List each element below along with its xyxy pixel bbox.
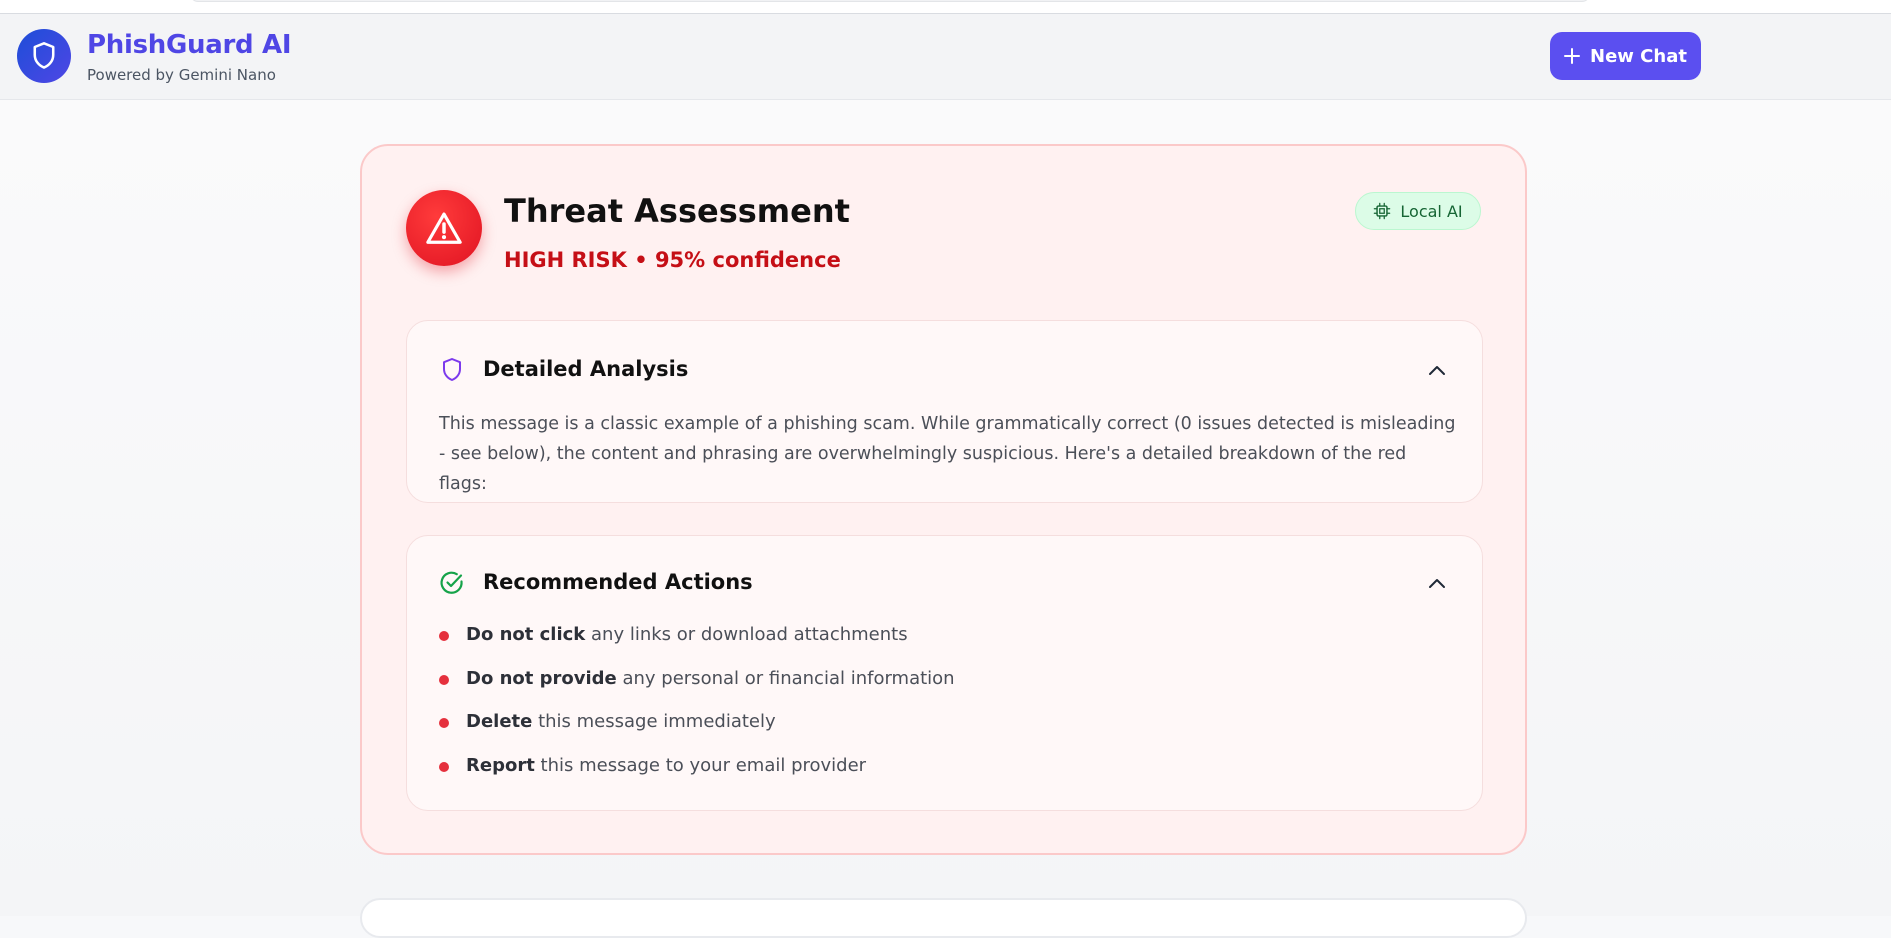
chevron-up-icon — [1429, 366, 1445, 375]
local-ai-label: Local AI — [1400, 201, 1463, 221]
shield-icon — [33, 42, 55, 69]
list-item: Do not provide any personal or financial… — [439, 664, 955, 708]
new-chat-label: New Chat — [1590, 45, 1687, 67]
list-item: Delete this message immediately — [439, 707, 955, 751]
browser-top-strip — [0, 0, 1891, 14]
app-header: PhishGuard AI Powered by Gemini Nano New… — [0, 14, 1891, 100]
local-ai-badge: Local AI — [1355, 192, 1481, 230]
new-chat-button[interactable]: New Chat — [1550, 32, 1701, 80]
plus-icon — [1564, 48, 1581, 64]
brand-title: PhishGuard AI — [87, 30, 292, 60]
address-bar-edge — [190, 0, 1590, 2]
collapse-actions-button[interactable] — [1426, 572, 1448, 594]
threat-status-indicator — [406, 190, 482, 266]
action-emphasis: Do not provide — [466, 667, 617, 689]
threat-title: Threat Assessment — [504, 192, 850, 230]
cpu-chip-icon — [1374, 202, 1391, 220]
action-text: any links or download attachments — [585, 624, 908, 645]
action-text: this message immediately — [532, 711, 776, 732]
recommended-actions-list: Do not click any links or download attac… — [439, 620, 955, 794]
warning-triangle-icon — [426, 212, 462, 244]
action-text: this message to your email provider — [534, 754, 867, 776]
detailed-analysis-title: Detailed Analysis — [483, 357, 689, 381]
chevron-up-icon — [1429, 579, 1445, 588]
action-text: any personal or financial information — [616, 667, 955, 689]
next-message-card — [360, 898, 1527, 938]
recommended-actions-panel: Recommended Actions Do not click any lin… — [406, 535, 1483, 811]
shield-outline-icon — [439, 357, 465, 383]
check-circle-icon — [439, 570, 465, 596]
app-logo — [17, 29, 71, 83]
list-item: Do not click any links or download attac… — [439, 620, 955, 664]
detailed-analysis-panel: Detailed Analysis This message is a clas… — [406, 320, 1483, 503]
recommended-actions-title: Recommended Actions — [483, 570, 753, 594]
risk-confidence-line: HIGH RISK • 95% confidence — [504, 248, 841, 272]
analysis-text: This message is a classic example of a p… — [439, 414, 1456, 494]
action-emphasis: Report — [466, 754, 535, 776]
threat-assessment-card: Threat Assessment HIGH RISK • 95% confid… — [360, 144, 1527, 855]
list-item: Report this message to your email provid… — [439, 751, 955, 795]
brand-subtitle: Powered by Gemini Nano — [87, 66, 276, 84]
collapse-analysis-button[interactable] — [1426, 359, 1448, 381]
action-emphasis: Delete — [466, 711, 533, 732]
action-emphasis: Do not click — [466, 624, 586, 645]
